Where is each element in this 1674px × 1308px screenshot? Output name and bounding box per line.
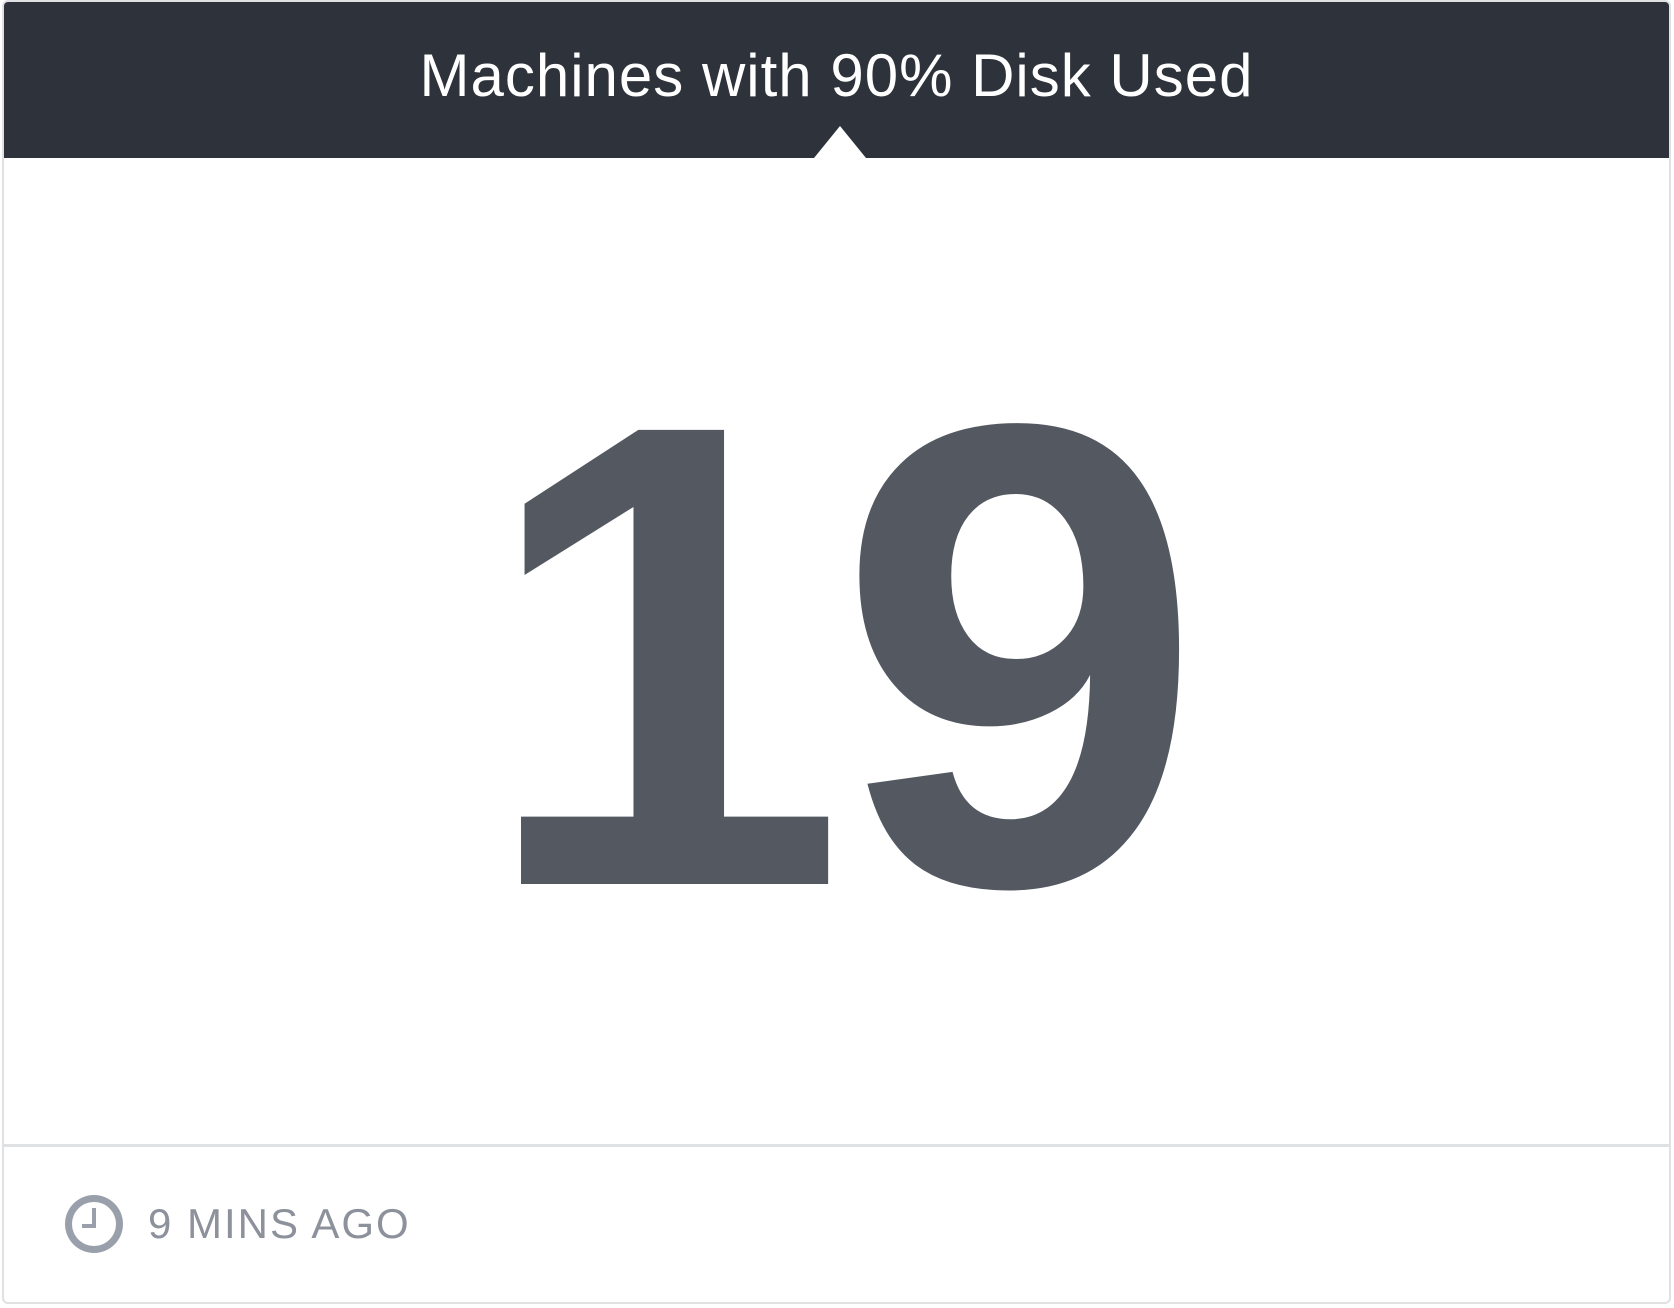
widget-body: 19	[4, 158, 1669, 1145]
widget-footer: 9 MINS AGO	[4, 1147, 1669, 1302]
last-updated-text: 9 MINS AGO	[148, 1200, 411, 1247]
clock-icon	[62, 1192, 126, 1256]
metric-widget: Machines with 90% Disk Used 19 9 MINS AG…	[2, 0, 1671, 1304]
header-pointer	[814, 126, 866, 158]
widget-title: Machines with 90% Disk Used	[419, 42, 1254, 109]
metric-value: 19	[479, 287, 1203, 1024]
widget-header: Machines with 90% Disk Used	[4, 2, 1669, 158]
